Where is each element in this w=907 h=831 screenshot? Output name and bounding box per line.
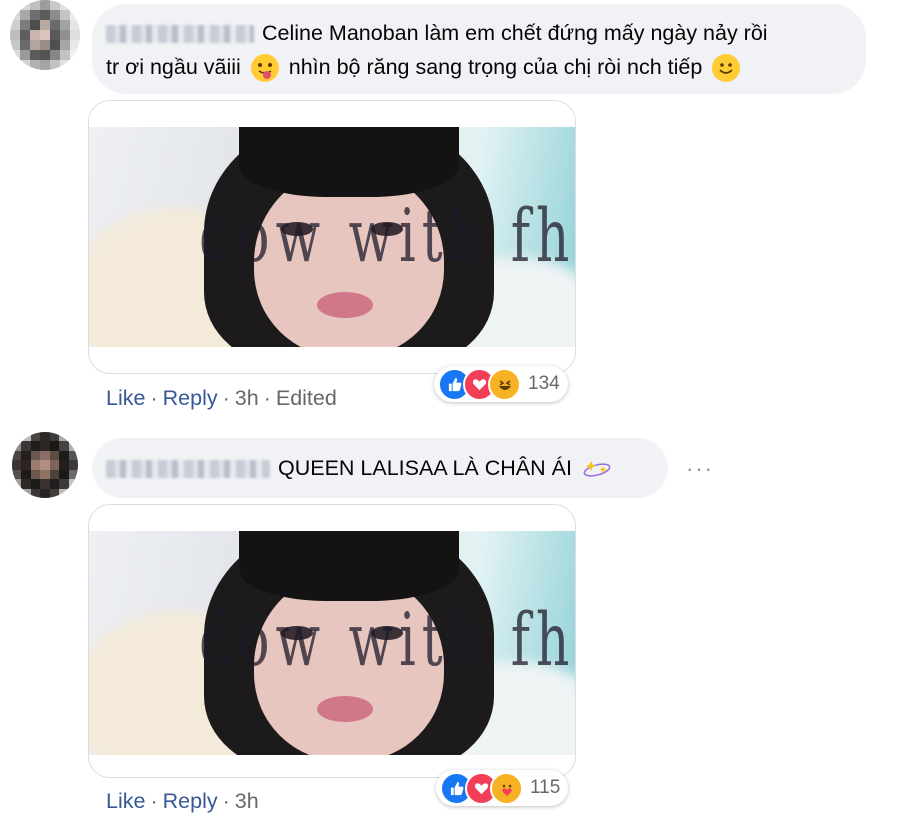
comment-1: Celine Manoban làm em chết đứng mấy ngày… <box>0 0 907 420</box>
photo-lips <box>317 696 373 722</box>
reply-button[interactable]: Reply <box>163 789 218 813</box>
photo-overlay-text: dow with fha t <box>199 195 575 279</box>
tongue-out-emoji <box>250 54 279 83</box>
separator-dot: · <box>222 789 230 813</box>
separator-dot: · <box>150 386 158 410</box>
smile-emoji <box>712 54 741 83</box>
comment-2: QUEEN LALISAA LÀ CHÂN ÁI ··· dow with fh… <box>0 420 907 831</box>
reaction-count: 134 <box>528 373 560 394</box>
comment-timestamp[interactable]: 3h <box>235 386 259 410</box>
reactions-summary[interactable]: 134 <box>434 366 568 402</box>
comment-text-line1: Celine Manoban làm em chết đứng mấy ngày… <box>262 21 768 45</box>
care-reaction-icon <box>490 771 523 805</box>
comment-actions: Like · Reply · 3h <box>106 789 259 814</box>
edited-label[interactable]: Edited <box>276 386 337 410</box>
commenter-avatar[interactable] <box>10 0 80 70</box>
author-name-blurred[interactable] <box>106 460 270 479</box>
separator-dot: · <box>150 789 158 813</box>
comment-text: QUEEN LALISAA LÀ CHÂN ÁI <box>278 456 572 480</box>
reaction-count: 115 <box>530 777 561 798</box>
photo-overlay-text: dow with fha t <box>199 599 575 683</box>
reactions-summary[interactable]: 115 <box>436 770 569 806</box>
author-name-blurred[interactable] <box>106 25 254 44</box>
sparkle-stars-emoji <box>582 455 611 483</box>
attached-photo: dow with fha t <box>89 531 575 755</box>
comment-actions: Like · Reply · 3h · Edited <box>106 386 337 411</box>
attached-photo: dow with fha t <box>89 127 575 347</box>
separator-dot: · <box>263 386 271 410</box>
more-options-button[interactable]: ··· <box>686 456 714 482</box>
photo-bangs <box>239 127 459 197</box>
comment-timestamp[interactable]: 3h <box>235 789 259 813</box>
like-button[interactable]: Like <box>106 386 145 410</box>
separator-dot: · <box>222 386 230 410</box>
comment-bubble: QUEEN LALISAA LÀ CHÂN ÁI <box>92 438 668 498</box>
reply-button[interactable]: Reply <box>163 386 218 410</box>
comment-bubble: Celine Manoban làm em chết đứng mấy ngày… <box>92 4 866 94</box>
photo-lips <box>317 292 373 318</box>
comment-text-line2a: tr ơi ngầu vãiii <box>106 55 241 79</box>
like-button[interactable]: Like <box>106 789 145 813</box>
comment-image-attachment[interactable]: dow with fha t <box>88 504 576 778</box>
comment-text-line2b: nhìn bộ răng sang trọng của chị ròi nch … <box>288 55 703 79</box>
photo-bangs <box>239 531 459 601</box>
commenter-avatar[interactable] <box>12 432 78 498</box>
comment-image-attachment[interactable]: dow with fha t <box>88 100 576 374</box>
haha-reaction-icon <box>488 367 521 401</box>
